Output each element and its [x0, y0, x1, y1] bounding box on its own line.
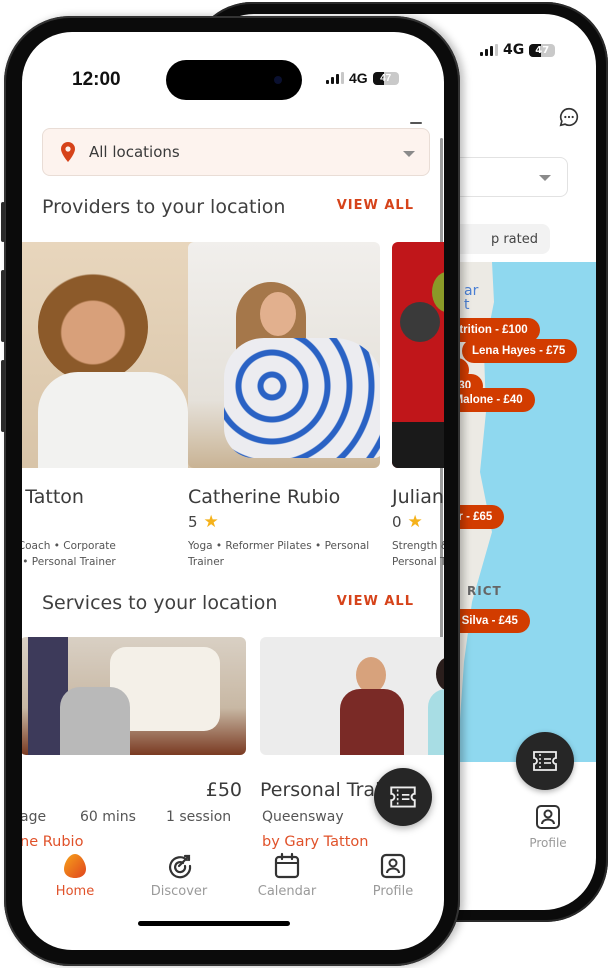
front-phone-screen: 12:00 4G 47 All locations Providers to y… [22, 32, 444, 950]
target-icon [168, 854, 192, 879]
service-category: age [22, 809, 47, 825]
star-icon: ★ [203, 512, 219, 532]
services-view-all-link[interactable]: VIEW ALL [337, 594, 414, 609]
header-icon-partial [410, 122, 422, 124]
home-blob-icon [64, 854, 86, 878]
ticket-icon [533, 751, 557, 771]
service-duration: 60 mins [80, 809, 136, 825]
profile-label: Profile [529, 836, 567, 850]
back-tab-profile[interactable]: Profile [518, 804, 578, 850]
provider-rating: 0 ★ [392, 512, 444, 532]
service-sessions: 1 session [166, 809, 232, 825]
services-section-title: Services to your location [42, 592, 278, 614]
service-price: £50 [205, 779, 242, 801]
rating-value: 5 [188, 513, 198, 531]
chevron-down-icon [539, 175, 551, 181]
network-label: 4G [349, 70, 368, 86]
bookings-fab[interactable] [374, 768, 432, 826]
home-indicator[interactable] [138, 921, 290, 926]
ticket-icon [390, 786, 416, 808]
tab-discover[interactable]: Discover [134, 852, 224, 899]
side-button [1, 360, 5, 432]
location-pin-icon [61, 142, 75, 162]
provider-rating: 5 ★ [188, 512, 380, 532]
provider-photo [22, 242, 200, 468]
status-indicators: 4G 47 [326, 70, 399, 86]
location-select[interactable]: All locations [42, 128, 430, 176]
map-price-pin[interactable]: Lena Hayes - £75 [462, 339, 578, 363]
providers-section-title: Providers to your location [42, 196, 286, 218]
provider-tags: e Coach • Corporate ss • Personal Traine… [22, 540, 116, 568]
tab-discover-label: Discover [150, 884, 208, 899]
tab-calendar[interactable]: Calendar [242, 852, 332, 899]
back-status-bar: 4G 47 [480, 42, 556, 58]
star-icon: ★ [407, 512, 423, 532]
status-time: 12:00 [72, 69, 121, 90]
chat-icon[interactable] [558, 106, 580, 128]
providers-view-all-link[interactable]: VIEW ALL [337, 198, 414, 213]
battery-icon: 47 [372, 71, 399, 85]
service-photo [260, 637, 444, 755]
service-photo [22, 637, 246, 755]
profile-icon [380, 853, 406, 879]
provider-name: Catherine Rubio [188, 486, 341, 508]
tab-calendar-label: Calendar [257, 884, 317, 899]
chevron-down-icon [403, 151, 415, 157]
service-location: Queensway [262, 809, 344, 825]
bottom-tab-bar: Home Discover Calendar Profile [22, 852, 444, 912]
signal-icon [480, 44, 498, 56]
signal-icon [326, 72, 344, 84]
location-select-value: All locations [89, 143, 180, 161]
battery-icon: 47 [529, 43, 556, 57]
dynamic-island [166, 60, 302, 100]
provider-name: y Tatton [22, 486, 84, 508]
map-district-label: RICT [467, 584, 502, 598]
front-phone: 12:00 4G 47 All locations Providers to y… [1, 16, 460, 966]
service-provider-link[interactable]: ne Rubio [22, 834, 83, 850]
provider-card[interactable]: Julian 0 ★ Strength & Personal T [392, 242, 444, 570]
provider-tags: Yoga • Reformer Pilates • Personal Train… [188, 540, 370, 568]
provider-photo [392, 242, 444, 468]
tab-home-label: Home [55, 884, 95, 899]
rating-value: 0 [392, 513, 402, 531]
provider-name: Julian [392, 486, 444, 508]
side-button [1, 270, 5, 342]
provider-card[interactable]: Catherine Rubio 5 ★ Yoga • Reformer Pila… [188, 242, 380, 570]
service-card[interactable]: £50 age 60 mins 1 session ne Rubio [22, 637, 246, 850]
provider-tags: Strength & Personal T [392, 540, 444, 568]
service-provider-link[interactable]: by Gary Tatton [262, 834, 368, 850]
bookings-fab[interactable] [516, 732, 574, 790]
provider-card[interactable]: y Tatton 0★ e Coach • Corporate ss • Per… [22, 242, 200, 570]
map-place-label: ar t [464, 283, 479, 313]
tab-home[interactable]: Home [30, 852, 120, 899]
tab-profile-label: Profile [372, 884, 414, 899]
provider-photo [188, 242, 380, 468]
tab-profile[interactable]: Profile [348, 852, 438, 899]
network-label: 4G [503, 42, 525, 58]
service-card[interactable]: Personal Training Queensway by Gary Tatt… [260, 637, 444, 850]
side-button [1, 202, 5, 242]
calendar-icon [274, 852, 300, 879]
profile-icon [536, 805, 560, 829]
